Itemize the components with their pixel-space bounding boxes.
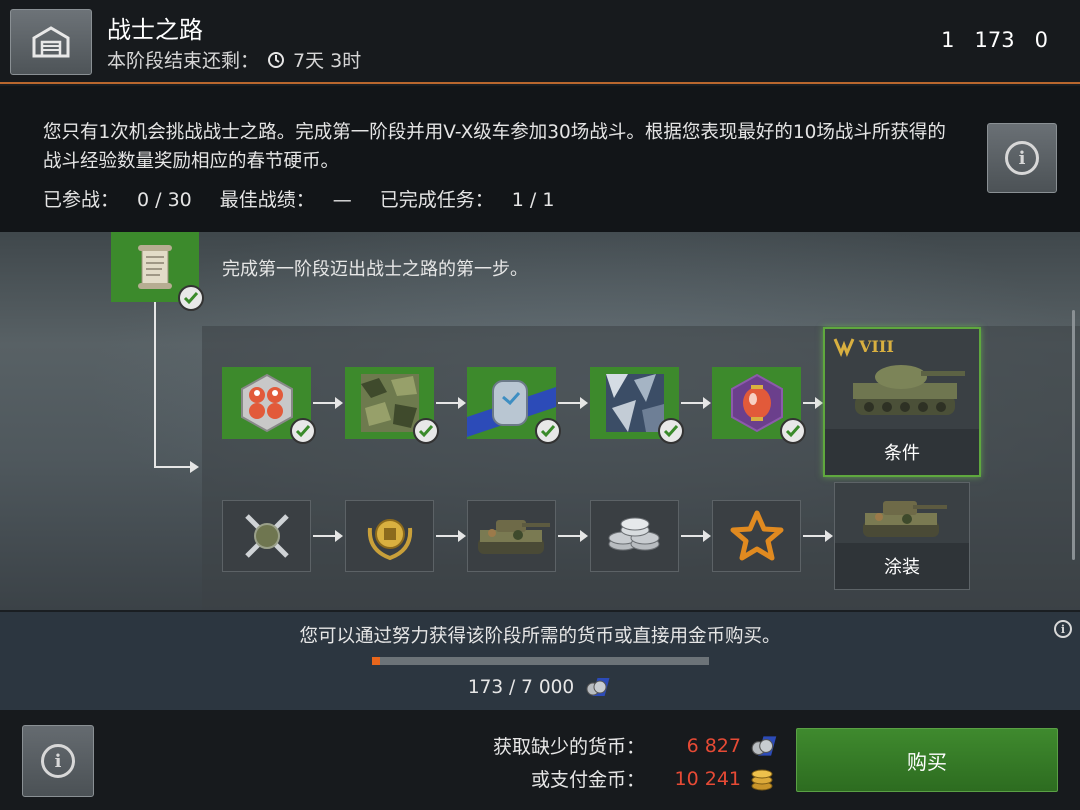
stat-label: 最佳战绩： <box>219 189 315 211</box>
check-icon <box>780 418 806 444</box>
currency-progress-bar <box>372 657 709 665</box>
scrollbar[interactable] <box>1072 310 1075 560</box>
stat-battles: 已参战： 0 / 30 <box>43 185 192 212</box>
gold-cost-row: 或支付金币： 10 241 <box>440 765 785 792</box>
path-connector-horizontal <box>154 466 194 468</box>
scroll-icon <box>138 245 172 289</box>
missing-label: 获取缺少的货币： <box>492 736 645 758</box>
camo-reward-tile[interactable]: 涂装 <box>834 482 970 590</box>
camo-tank-reward-icon <box>863 501 947 537</box>
info-icon: i <box>41 744 75 778</box>
stat-best: 最佳战绩： — <box>220 185 352 212</box>
stat-value: 0 / 30 <box>137 189 192 211</box>
reward-tile-emblem[interactable] <box>345 500 434 572</box>
camo-reward-label: 涂装 <box>835 543 969 589</box>
progress-text-row: 173 / 7 000 <box>0 676 1080 698</box>
path-arrow <box>803 530 833 542</box>
check-icon <box>178 285 204 311</box>
path-arrow <box>681 530 711 542</box>
progress-fill <box>372 657 381 665</box>
stat-value: 1 / 1 <box>511 189 555 211</box>
path-connector-vertical <box>154 302 156 468</box>
path-arrow <box>558 397 588 409</box>
gold-value: 10 241 <box>674 767 741 790</box>
tank-reward-tile[interactable]: VIII 条件 <box>823 327 981 477</box>
path-arrow <box>558 530 588 542</box>
timer-label: 本阶段结束还剩： <box>107 50 260 72</box>
missing-currency-row: 获取缺少的货币： 6 827 <box>440 732 785 759</box>
reward-tile-silver[interactable] <box>590 500 679 572</box>
path-arrow <box>436 530 466 542</box>
purchase-text: 您可以通过努力获得该阶段所需的货币或直接用金币购买。 <box>299 626 781 647</box>
stage1-text: 完成第一阶段迈出战士之路的第一步。 <box>222 259 528 280</box>
gold-coins-icon <box>751 769 773 790</box>
camo-pattern-icon <box>360 374 419 432</box>
check-icon <box>658 418 684 444</box>
path-arrow <box>190 461 199 473</box>
hangar-icon <box>32 26 70 58</box>
buy-button[interactable]: 购买 <box>796 728 1058 792</box>
path-arrow <box>803 397 823 409</box>
crossed-tools-icon <box>244 514 289 558</box>
coins-count: 173 <box>974 28 1015 52</box>
stats-row: 已参战： 0 / 30 最佳战绩： — 已完成任务： 1 / 1 <box>43 185 554 212</box>
resource-bar: 1 173 0 <box>941 28 1058 52</box>
gold-emblem-icon <box>367 519 412 561</box>
check-icon <box>535 418 561 444</box>
gold-label: 或支付金币： <box>530 769 645 791</box>
shard-pattern-icon <box>605 374 664 432</box>
stat-value: — <box>332 189 352 211</box>
coins-currency-icon <box>586 678 610 696</box>
stat-missions: 已完成任务： 1 / 1 <box>380 185 555 212</box>
path-arrow <box>313 397 343 409</box>
reward-tile-star[interactable] <box>712 500 801 572</box>
scroll-map-count: 0 <box>1034 28 1048 52</box>
hangar-button[interactable] <box>10 9 92 75</box>
lanterns-hex-icon <box>240 373 293 433</box>
check-icon <box>290 418 316 444</box>
page-title: 战士之路 <box>107 16 203 44</box>
scroll-token-count: 1 <box>941 28 955 52</box>
lantern-hex-icon <box>730 373 783 433</box>
reward-tile-camo-tank[interactable] <box>467 500 556 572</box>
clock-icon <box>268 51 285 68</box>
reward-tile-tools[interactable] <box>222 500 311 572</box>
path-arrow <box>681 397 711 409</box>
check-icon <box>413 418 439 444</box>
coins-currency-icon <box>751 735 777 756</box>
silver-stack-icon <box>608 517 659 551</box>
timer-value: 7天 3时 <box>293 50 362 72</box>
timer-row: 本阶段结束还剩： 7天 3时 <box>107 46 361 73</box>
stat-label: 已参战： <box>43 189 120 211</box>
progress-text: 173 / 7 000 <box>467 676 575 698</box>
info-icon: i <box>1005 141 1039 175</box>
gold-star-icon <box>730 510 783 561</box>
path-arrow <box>436 397 466 409</box>
description-text: 您只有1次机会挑战战士之路。完成第一阶段并用V-X级车参加30场战斗。根据您表现… <box>43 122 946 172</box>
footer-info-button[interactable]: i <box>22 725 94 797</box>
path-arrow <box>313 530 343 542</box>
info-icon[interactable]: i <box>1054 620 1072 638</box>
camo-tank-icon <box>477 520 550 554</box>
tank-reward-label: 条件 <box>825 429 979 475</box>
tank-icon <box>853 365 965 415</box>
info-button[interactable]: i <box>987 123 1057 193</box>
stat-label: 已完成任务： <box>379 189 494 211</box>
missing-value: 6 827 <box>686 734 741 757</box>
